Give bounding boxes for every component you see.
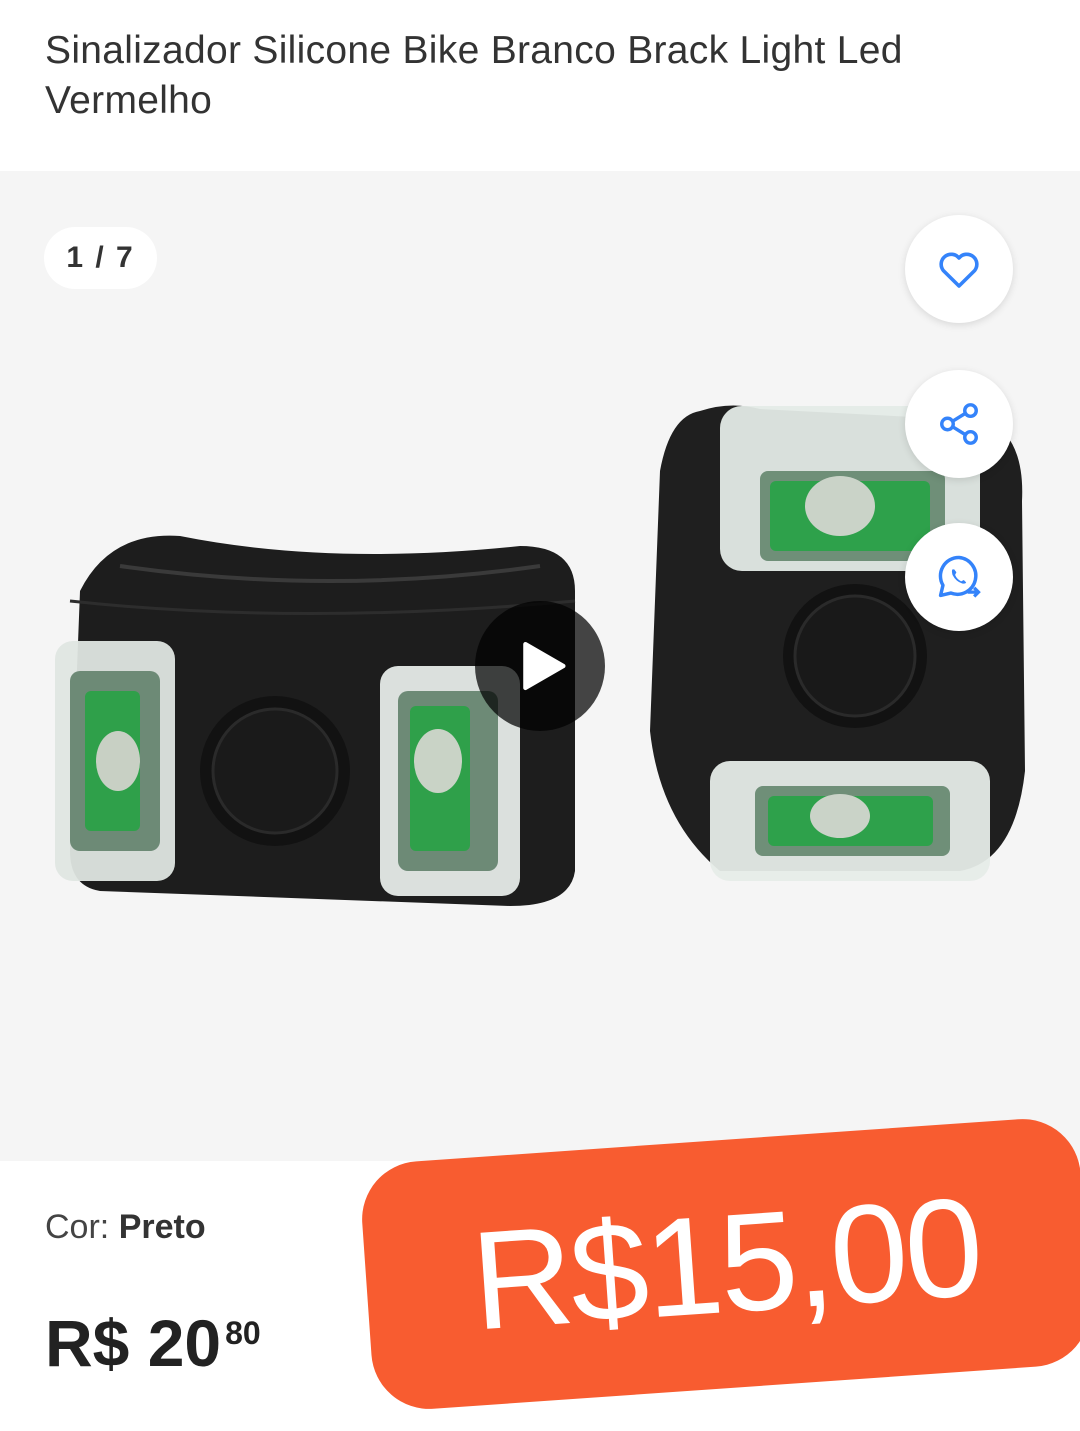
share-icon xyxy=(940,403,978,445)
share-button[interactable] xyxy=(905,370,1013,478)
whatsapp-share-button[interactable] xyxy=(905,523,1013,631)
color-selection[interactable]: Cor: Preto xyxy=(45,1208,206,1247)
price-cents: 80 xyxy=(225,1315,261,1351)
promo-price-sticker: R$15,00 xyxy=(358,1115,1080,1413)
bike-light-left-illustration xyxy=(55,535,576,906)
product-title: Sinalizador Silicone Bike Branco Brack L… xyxy=(45,29,903,122)
image-counter: 1 / 7 xyxy=(44,227,157,289)
whatsapp-icon xyxy=(938,555,981,598)
color-label: Cor: xyxy=(45,1208,110,1246)
price-main: R$ 20 xyxy=(45,1306,222,1380)
product-image-gallery[interactable]: 1 / 7 xyxy=(0,171,1080,1161)
favorite-button[interactable] xyxy=(905,215,1013,323)
product-price: R$ 20 80 xyxy=(45,1305,261,1381)
play-icon xyxy=(523,641,566,691)
heart-icon xyxy=(939,252,979,288)
play-video-button[interactable] xyxy=(475,601,605,731)
promo-price-text: R$15,00 xyxy=(466,1167,985,1360)
color-value: Preto xyxy=(118,1208,206,1246)
